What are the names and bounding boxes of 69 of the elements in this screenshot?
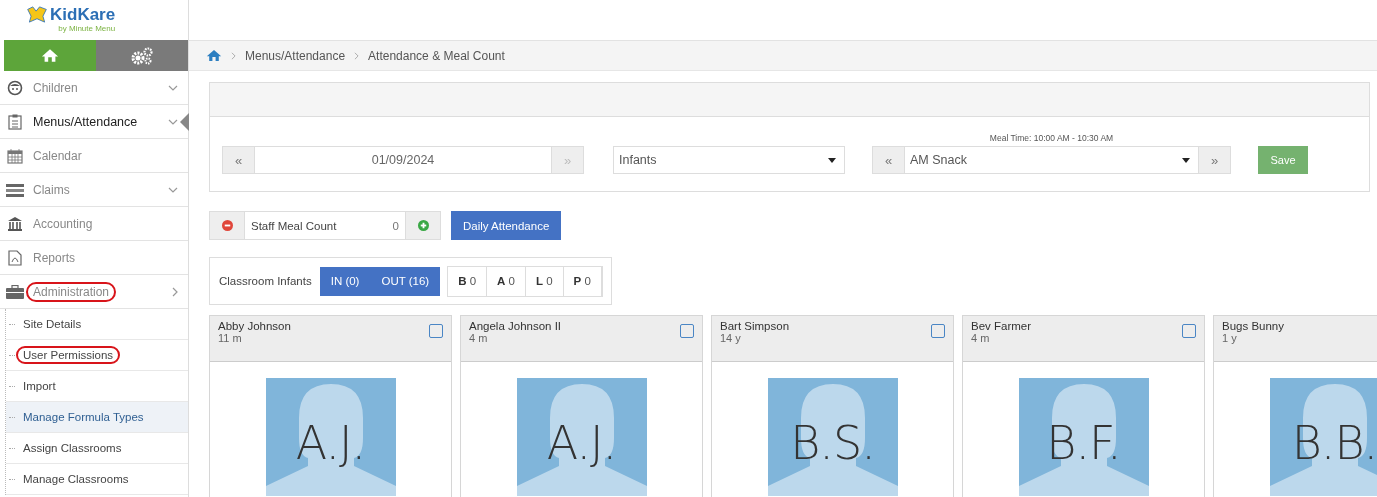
bank-icon xyxy=(7,215,23,232)
face-icon xyxy=(7,79,23,96)
previous-meal-button[interactable]: « xyxy=(873,147,904,173)
submenu-item[interactable]: Manage Formula Types xyxy=(6,402,188,433)
avatar-initials: B.F. xyxy=(1046,416,1121,470)
child-age: 4 m xyxy=(971,332,991,344)
home-icon[interactable] xyxy=(206,49,222,62)
child-age: 14 y xyxy=(720,332,742,344)
child-name: Bev Farmer xyxy=(971,320,1032,332)
calendar-icon xyxy=(7,147,23,164)
briefcase-icon xyxy=(6,284,24,299)
clipboard-icon xyxy=(8,113,22,130)
child-age: 4 m xyxy=(469,332,489,344)
submenu-item[interactable]: Manage Classrooms xyxy=(6,464,188,495)
child-name: Abby Johnson xyxy=(218,320,291,332)
child-name: Bart Simpson xyxy=(720,320,790,332)
child-age: 11 m xyxy=(218,332,243,344)
child-name: Bugs Bunny xyxy=(1222,320,1284,332)
active-pointer-icon xyxy=(180,113,189,131)
avatar-initials: A.J. xyxy=(546,416,617,470)
checkbox[interactable] xyxy=(680,324,694,338)
submenu-item[interactable]: Site Details xyxy=(6,309,188,340)
breadcrumb-separator-icon xyxy=(354,51,360,60)
gears-icon xyxy=(130,46,154,65)
child-age: 1 y xyxy=(1222,332,1238,344)
avatar-silhouette-icon xyxy=(767,378,898,496)
checkbox[interactable] xyxy=(1182,324,1196,338)
avatar-silhouette-icon xyxy=(516,378,647,496)
sidebar-item[interactable]: Reports xyxy=(0,241,188,275)
logo-icon xyxy=(26,6,48,23)
daily-attendance-button[interactable]: Daily Attendance xyxy=(451,211,562,240)
avatar-silhouette-icon xyxy=(1269,378,1377,496)
avatar-silhouette-icon xyxy=(265,378,396,496)
submenu-item[interactable]: User Permissions xyxy=(6,340,188,371)
previous-date-button[interactable]: « xyxy=(223,147,254,173)
checkbox[interactable] xyxy=(429,324,443,338)
minus-icon xyxy=(221,220,233,231)
child-name: Angela Johnson II xyxy=(469,320,562,332)
breadcrumb-link[interactable]: Menus/Attendance xyxy=(245,48,346,63)
classroom-label: Classroom Infants xyxy=(219,275,312,287)
settings-button[interactable] xyxy=(96,40,188,71)
meal-time-label: Meal Time: 10:00 AM - 10:30 AM xyxy=(989,133,1114,143)
home-button[interactable] xyxy=(4,40,96,71)
dropdown-caret-icon xyxy=(828,157,836,163)
decrease-button[interactable] xyxy=(210,212,244,239)
sidebar-item[interactable]: Administration xyxy=(0,275,188,309)
plus-icon xyxy=(417,220,429,231)
dropdown-caret-icon xyxy=(1182,157,1190,163)
pdf-file-icon xyxy=(8,249,22,266)
logo-wordmark: KidKare xyxy=(50,6,116,24)
list-icon xyxy=(6,182,24,197)
sidebar-item[interactable]: Claims xyxy=(0,173,188,207)
breadcrumb-separator-icon xyxy=(231,51,236,60)
avatar-initials: B.S. xyxy=(790,416,875,470)
home-icon xyxy=(41,48,59,63)
increase-button[interactable] xyxy=(406,212,440,239)
avatar-initials: A.J. xyxy=(295,416,366,470)
logo-tagline: by Minute Menu xyxy=(58,24,116,33)
checkbox[interactable] xyxy=(931,324,945,338)
sidebar-item[interactable]: Calendar xyxy=(0,139,188,173)
avatar-silhouette-icon xyxy=(1018,378,1149,496)
submenu-item[interactable]: Assign Classrooms xyxy=(6,433,188,464)
sidebar-item[interactable]: Menus/Attendance xyxy=(0,105,188,139)
classroom-dropdown[interactable]: Infants xyxy=(613,146,845,174)
sidebar-item[interactable]: Accounting xyxy=(0,207,188,241)
meal-dropdown[interactable]: AM Snack xyxy=(904,147,1199,173)
sidebar-item[interactable]: Children xyxy=(0,71,188,105)
next-meal-button[interactable]: » xyxy=(1199,147,1230,173)
avatar-initials: B.B. xyxy=(1291,416,1377,470)
